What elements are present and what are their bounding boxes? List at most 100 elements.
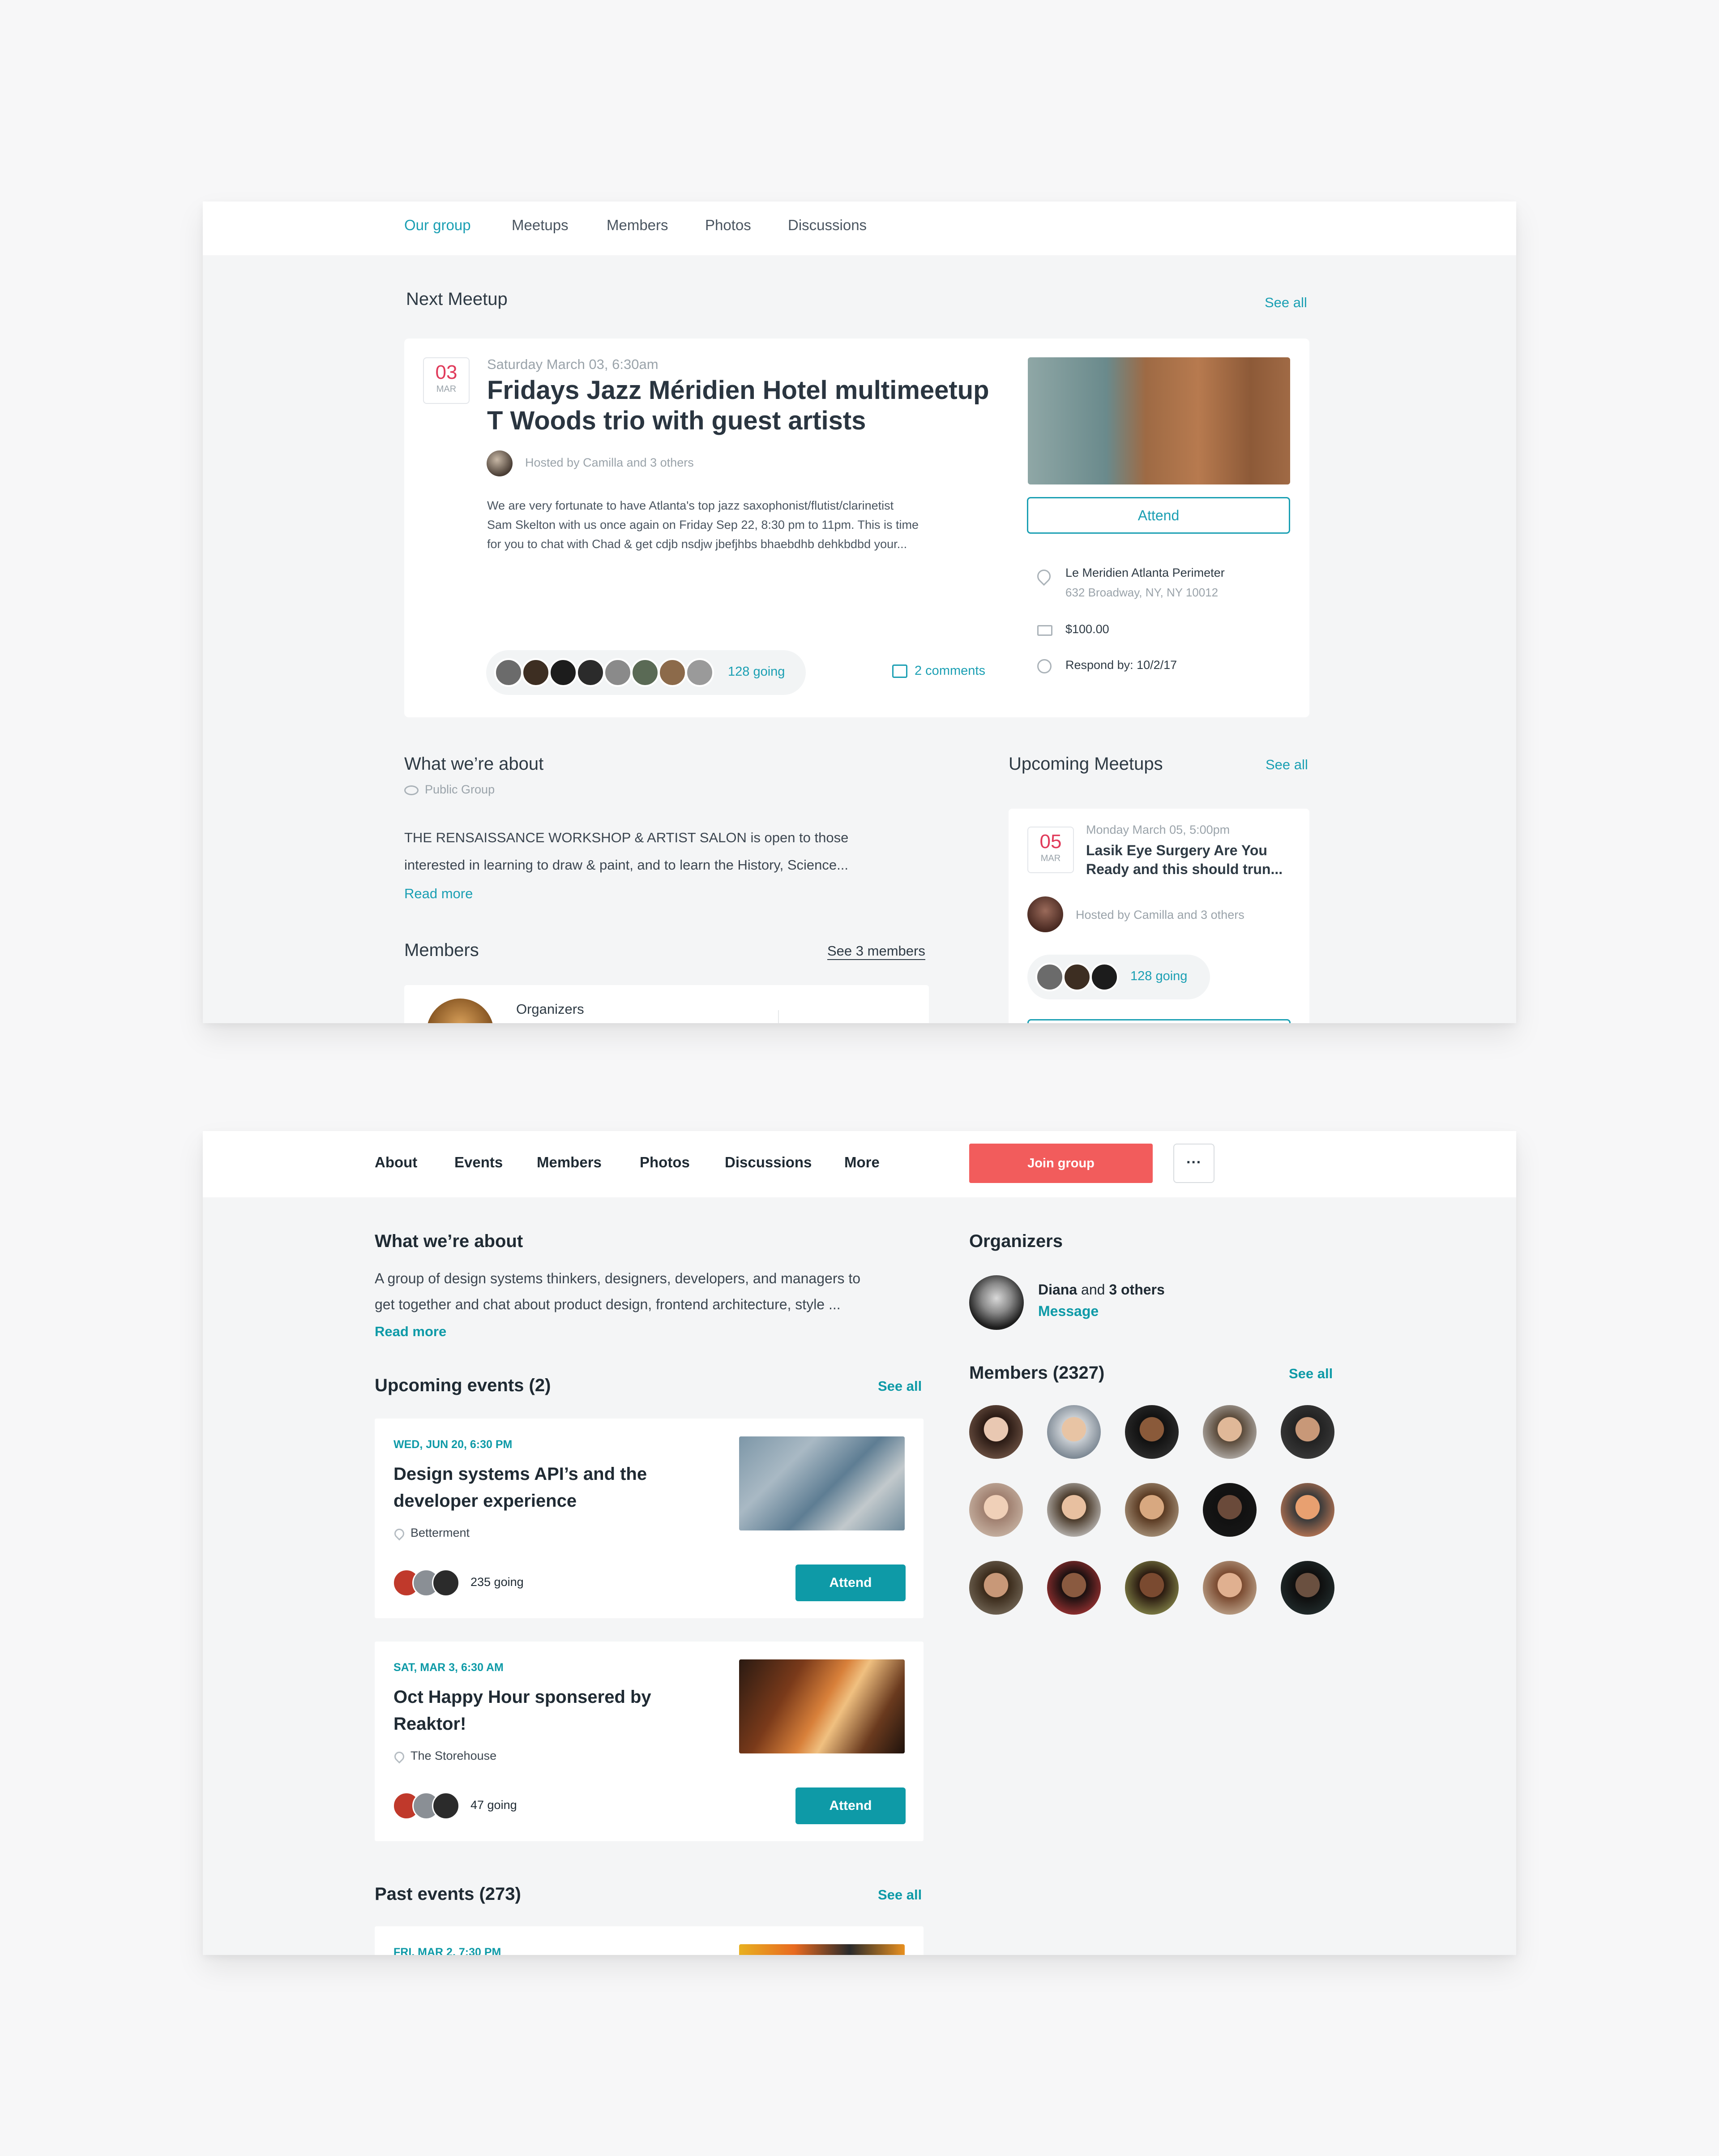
organizers-card: Organizers xyxy=(404,985,929,1023)
past-event-card[interactable]: FRI, MAR 2, 7:30 PM xyxy=(375,1926,924,1955)
event-venue: The Storehouse xyxy=(411,1749,497,1762)
tab-events[interactable]: Events xyxy=(454,1154,503,1171)
next-meetup-see-all[interactable]: See all xyxy=(1265,295,1307,311)
tab-discussions[interactable]: Discussions xyxy=(788,217,867,234)
member-avatar[interactable] xyxy=(969,1405,1023,1459)
members-see-all[interactable]: See all xyxy=(1289,1366,1333,1382)
event-card[interactable]: WED, JUN 20, 6:30 PM Design systems API’… xyxy=(375,1419,924,1618)
member-avatar[interactable] xyxy=(969,1561,1023,1615)
member-avatar[interactable] xyxy=(1281,1405,1334,1459)
tab-meetups[interactable]: Meetups xyxy=(512,217,569,234)
next-meetup-card[interactable]: 03 MAR Saturday March 03, 6:30am Fridays… xyxy=(404,339,1309,717)
member-avatar[interactable] xyxy=(1125,1483,1179,1537)
member-avatar[interactable] xyxy=(1125,1405,1179,1459)
upcoming-see-all[interactable]: See all xyxy=(1266,757,1308,773)
tab-our-group[interactable]: Our group xyxy=(404,217,471,234)
member-avatar[interactable] xyxy=(1047,1405,1101,1459)
attend-button[interactable]: Attend xyxy=(795,1787,906,1824)
eye-icon xyxy=(404,785,419,795)
event-photo[interactable] xyxy=(1028,357,1290,484)
event-card[interactable]: SAT, MAR 3, 6:30 AM Oct Happy Hour spons… xyxy=(375,1642,924,1841)
about-text: A group of design systems thinkers, desi… xyxy=(375,1265,860,1317)
hosted-by: Hosted by Camilla and 3 others xyxy=(525,456,694,469)
tab-photos[interactable]: Photos xyxy=(640,1154,690,1171)
comments-link[interactable]: 2 comments xyxy=(915,664,985,678)
read-more-link[interactable]: Read more xyxy=(404,886,473,902)
member-avatar[interactable] xyxy=(1281,1483,1334,1537)
attend-button[interactable]: Attend xyxy=(1027,497,1290,534)
date-badge: 05 MAR xyxy=(1027,827,1074,873)
attendees-pill[interactable]: 128 going xyxy=(486,650,806,695)
tab-members[interactable]: Members xyxy=(537,1154,602,1171)
upcoming-attend-button[interactable] xyxy=(1027,1019,1291,1023)
event-going: 235 going xyxy=(470,1575,524,1589)
organizer-avatar[interactable] xyxy=(427,999,494,1023)
member-avatar[interactable] xyxy=(1281,1561,1334,1615)
member-avatar[interactable] xyxy=(1047,1483,1101,1537)
description-line-1: We are very fortunate to have Atlanta's … xyxy=(487,499,894,512)
member-avatar[interactable] xyxy=(1203,1405,1257,1459)
organizer-and: and xyxy=(1081,1282,1105,1298)
tab-members[interactable]: Members xyxy=(607,217,668,234)
attendee-avatar xyxy=(1090,963,1119,991)
host-avatar[interactable] xyxy=(1027,896,1063,932)
see-members-link[interactable]: See 3 members xyxy=(827,943,925,960)
upcoming-events-heading: Upcoming events (2) xyxy=(375,1376,551,1395)
upcoming-meetup-card[interactable]: 05 MAR Monday March 05, 5:00pm Lasik Eye… xyxy=(1009,809,1309,1023)
location-pin-icon xyxy=(392,1749,406,1764)
more-options-button[interactable]: ··· xyxy=(1173,1144,1214,1183)
join-group-button[interactable]: Join group xyxy=(969,1144,1153,1183)
upcoming-title[interactable]: Lasik Eye Surgery Are You Ready and this… xyxy=(1086,841,1283,879)
event-title-line-1: Fridays Jazz Méridien Hotel multimeetup xyxy=(487,376,989,405)
tab-more[interactable]: More xyxy=(844,1154,880,1171)
venue-name[interactable]: Le Meridien Atlanta Perimeter xyxy=(1065,566,1225,580)
member-avatar[interactable] xyxy=(969,1483,1023,1537)
date-badge: 03 MAR xyxy=(423,357,470,404)
event-photo[interactable] xyxy=(739,1436,905,1530)
upcoming-title-line-1: Lasik Eye Surgery Are You xyxy=(1086,842,1267,858)
member-avatar[interactable] xyxy=(1203,1561,1257,1615)
member-avatar[interactable] xyxy=(1047,1561,1101,1615)
attendee-avatar xyxy=(522,658,550,687)
event-photo[interactable] xyxy=(739,1659,905,1753)
event-date: SAT, MAR 3, 6:30 AM xyxy=(393,1661,504,1674)
upcoming-heading: Upcoming Meetups xyxy=(1009,754,1163,774)
upcoming-attendees-pill[interactable]: 128 going xyxy=(1027,955,1210,999)
meetup-group-page: Our group Meetups Members Photos Discuss… xyxy=(203,201,1516,1023)
event-title-line-2: Reaktor! xyxy=(393,1714,466,1734)
past-event-date: FRI, MAR 2, 7:30 PM xyxy=(393,1946,501,1955)
message-link[interactable]: Message xyxy=(1038,1303,1099,1320)
event-price: $100.00 xyxy=(1065,622,1109,636)
organizers-label: Organizers xyxy=(516,1001,584,1017)
attendee-avatar xyxy=(685,658,714,687)
tab-discussions[interactable]: Discussions xyxy=(725,1154,812,1171)
upcoming-title-line-2: Ready and this should trun... xyxy=(1086,861,1283,877)
upcoming-datetime: Monday March 05, 5:00pm xyxy=(1086,823,1230,836)
event-date: WED, JUN 20, 6:30 PM xyxy=(393,1438,513,1451)
organizer-others[interactable]: 3 others xyxy=(1109,1282,1164,1298)
attend-button[interactable]: Attend xyxy=(795,1564,906,1601)
tab-about[interactable]: About xyxy=(375,1154,417,1171)
past-see-all[interactable]: See all xyxy=(878,1887,922,1903)
about-heading: What we’re about xyxy=(375,1231,523,1251)
member-avatar[interactable] xyxy=(1203,1483,1257,1537)
past-event-photo[interactable] xyxy=(739,1944,905,1955)
read-more-link[interactable]: Read more xyxy=(375,1324,446,1340)
organizer-avatar[interactable] xyxy=(969,1275,1024,1330)
member-avatar[interactable] xyxy=(1125,1561,1179,1615)
venue-address: 632 Broadway, NY, NY 10012 xyxy=(1065,586,1219,599)
host-avatar[interactable] xyxy=(487,450,513,476)
date-day: 03 xyxy=(435,361,458,383)
event-title[interactable]: Oct Happy Hour sponsered by Reaktor! xyxy=(393,1684,651,1737)
going-count: 128 going xyxy=(728,664,785,679)
upcoming-going-count: 128 going xyxy=(1130,969,1188,983)
tab-photos[interactable]: Photos xyxy=(705,217,751,234)
upcoming-see-all[interactable]: See all xyxy=(878,1378,922,1394)
event-title[interactable]: Design systems API’s and the developer e… xyxy=(393,1461,647,1514)
public-group-label: Public Group xyxy=(425,783,495,796)
event-description: We are very fortunate to have Atlanta's … xyxy=(487,496,919,554)
attendee-avatar xyxy=(576,658,605,687)
description-line-2: Sam Skelton with us once again on Friday… xyxy=(487,518,919,531)
event-title[interactable]: Fridays Jazz Méridien Hotel multimeetup … xyxy=(487,375,989,436)
organizer-name[interactable]: Diana xyxy=(1038,1282,1077,1298)
